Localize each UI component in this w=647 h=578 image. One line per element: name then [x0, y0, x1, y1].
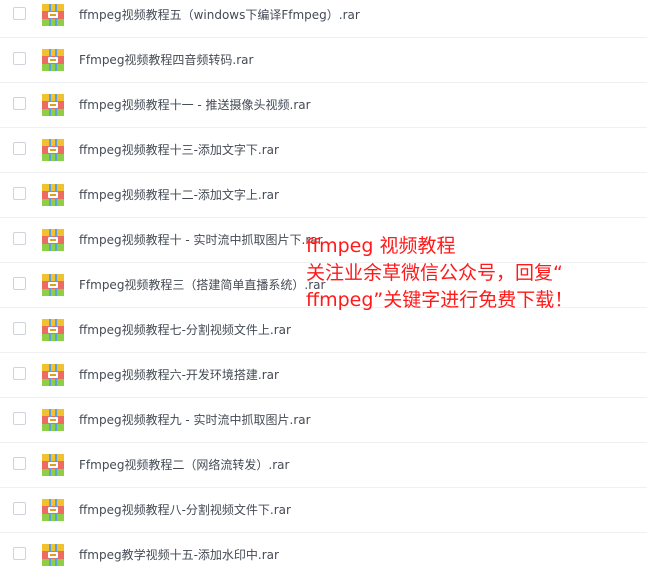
- file-row[interactable]: ffmpeg视频教程十三-添加文字下.rar: [0, 128, 647, 173]
- overlay-line-title: ffmpeg 视频教程: [306, 235, 456, 257]
- archive-rar-icon: [42, 139, 64, 161]
- archive-rar-icon: [42, 4, 64, 26]
- file-name[interactable]: ffmpeg视频教程十 - 实时流中抓取图片下.rar: [79, 218, 323, 263]
- file-row[interactable]: ffmpeg教学视频十五-添加水印中.rar: [0, 533, 647, 578]
- file-row[interactable]: ffmpeg视频教程六-开发环境搭建.rar: [0, 353, 647, 398]
- overlay-line-follow: 关注业余草微信公众号，回复“: [306, 262, 563, 284]
- file-row[interactable]: ffmpeg视频教程九 - 实时流中抓取图片.rar: [0, 398, 647, 443]
- file-name[interactable]: ffmpeg视频教程五（windows下编译Ffmpeg）.rar: [79, 0, 360, 38]
- file-row[interactable]: Ffmpeg视频教程二（网络流转发）.rar: [0, 443, 647, 488]
- file-name[interactable]: ffmpeg视频教程六-开发环境搭建.rar: [79, 353, 279, 398]
- archive-rar-icon: [42, 454, 64, 476]
- file-name[interactable]: ffmpeg视频教程十二-添加文字上.rar: [79, 173, 279, 218]
- file-name[interactable]: Ffmpeg视频教程三（搭建简单直播系统）.rar: [79, 263, 325, 308]
- archive-rar-icon: [42, 229, 64, 251]
- row-checkbox[interactable]: [13, 412, 26, 425]
- archive-rar-icon: [42, 409, 64, 431]
- archive-rar-icon: [42, 499, 64, 521]
- file-name[interactable]: ffmpeg视频教程八-分割视频文件下.rar: [79, 488, 291, 533]
- archive-rar-icon: [42, 94, 64, 116]
- row-checkbox[interactable]: [13, 547, 26, 560]
- row-checkbox[interactable]: [13, 52, 26, 65]
- file-row[interactable]: ffmpeg视频教程八-分割视频文件下.rar: [0, 488, 647, 533]
- row-checkbox[interactable]: [13, 457, 26, 470]
- file-name[interactable]: ffmpeg视频教程十一 - 推送摄像头视频.rar: [79, 83, 311, 128]
- overlay-line-keyword: ffmpeg”关键字进行免费下载！: [306, 289, 574, 311]
- file-name[interactable]: Ffmpeg视频教程二（网络流转发）.rar: [79, 443, 289, 488]
- archive-rar-icon: [42, 364, 64, 386]
- row-checkbox[interactable]: [13, 277, 26, 290]
- file-name[interactable]: ffmpeg教学视频十五-添加水印中.rar: [79, 533, 279, 578]
- archive-rar-icon: [42, 274, 64, 296]
- file-row[interactable]: ffmpeg视频教程十二-添加文字上.rar: [0, 173, 647, 218]
- row-checkbox[interactable]: [13, 97, 26, 110]
- archive-rar-icon: [42, 544, 64, 566]
- file-row[interactable]: Ffmpeg视频教程四音频转码.rar: [0, 38, 647, 83]
- promo-overlay-text: ffmpeg 视频教程 关注业余草微信公众号，回复“ ffmpeg”关键字进行免…: [306, 233, 573, 314]
- row-checkbox[interactable]: [13, 367, 26, 380]
- file-name[interactable]: ffmpeg视频教程七-分割视频文件上.rar: [79, 308, 291, 353]
- row-checkbox[interactable]: [13, 502, 26, 515]
- row-checkbox[interactable]: [13, 187, 26, 200]
- file-name[interactable]: Ffmpeg视频教程四音频转码.rar: [79, 38, 253, 83]
- file-name[interactable]: ffmpeg视频教程九 - 实时流中抓取图片.rar: [79, 398, 311, 443]
- archive-rar-icon: [42, 49, 64, 71]
- file-row[interactable]: ffmpeg视频教程五（windows下编译Ffmpeg）.rar: [0, 0, 647, 38]
- row-checkbox[interactable]: [13, 7, 26, 20]
- row-checkbox[interactable]: [13, 142, 26, 155]
- file-name[interactable]: ffmpeg视频教程十三-添加文字下.rar: [79, 128, 279, 173]
- file-row[interactable]: ffmpeg视频教程七-分割视频文件上.rar: [0, 308, 647, 353]
- file-row[interactable]: ffmpeg视频教程十一 - 推送摄像头视频.rar: [0, 83, 647, 128]
- row-checkbox[interactable]: [13, 322, 26, 335]
- archive-rar-icon: [42, 184, 64, 206]
- archive-rar-icon: [42, 319, 64, 341]
- row-checkbox[interactable]: [13, 232, 26, 245]
